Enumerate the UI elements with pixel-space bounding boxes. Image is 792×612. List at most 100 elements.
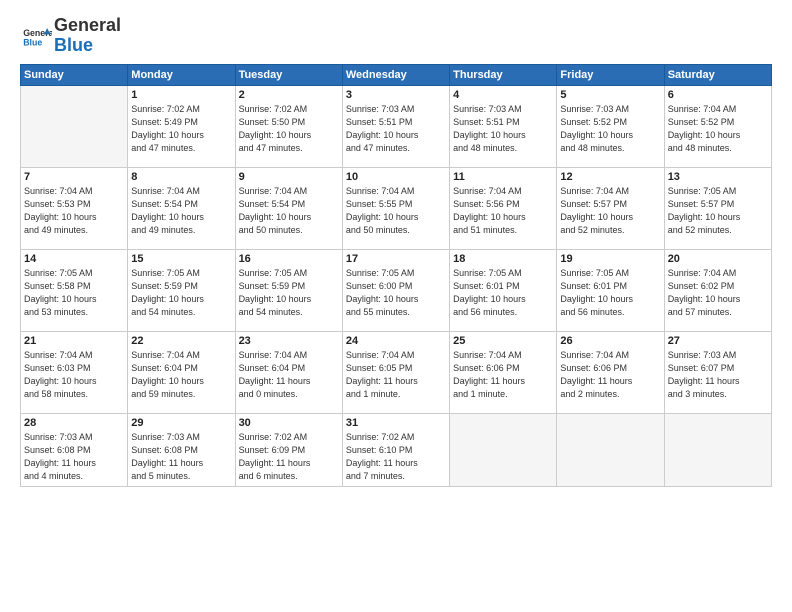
calendar-cell: 6 Sunrise: 7:04 AM Sunset: 5:52 PM Daylig…: [664, 85, 771, 167]
calendar-cell: 18 Sunrise: 7:05 AM Sunset: 6:01 PM Dayli…: [450, 249, 557, 331]
day-info: Sunrise: 7:04 AM Sunset: 5:57 PM Dayligh…: [560, 185, 660, 237]
day-number: 27: [668, 335, 768, 347]
day-info: Sunrise: 7:02 AM Sunset: 5:49 PM Dayligh…: [131, 103, 231, 155]
calendar-cell: 26 Sunrise: 7:04 AM Sunset: 6:06 PM Dayli…: [557, 331, 664, 413]
calendar-cell: 27Sunrise: 7:03 AM Sunset: 6:07 PM Dayli…: [664, 331, 771, 413]
day-number: 7: [24, 171, 124, 183]
calendar-cell: [557, 413, 664, 486]
day-number: 11: [453, 171, 553, 183]
day-info: Sunrise: 7:04 AM Sunset: 5:54 PM Dayligh…: [131, 185, 231, 237]
day-info: Sunrise: 7:04 AM Sunset: 5:56 PM Dayligh…: [453, 185, 553, 237]
day-info: Sunrise: 7:02 AM Sunset: 6:10 PM Dayligh…: [346, 431, 446, 483]
calendar-cell: 10Sunrise: 7:04 AM Sunset: 5:55 PM Dayli…: [342, 167, 449, 249]
day-info: Sunrise: 7:04 AM Sunset: 5:52 PM Dayligh…: [668, 103, 768, 155]
day-number: 31: [346, 417, 446, 429]
weekday-header-monday: Monday: [128, 64, 235, 85]
calendar-cell: [21, 85, 128, 167]
weekday-header-friday: Friday: [557, 64, 664, 85]
logo: General Blue General Blue: [20, 16, 121, 56]
calendar-cell: 14 Sunrise: 7:05 AM Sunset: 5:58 PM Dayli…: [21, 249, 128, 331]
day-info: Sunrise: 7:02 AM Sunset: 6:09 PM Dayligh…: [239, 431, 339, 483]
svg-text:Blue: Blue: [23, 37, 42, 47]
day-number: 4: [453, 89, 553, 101]
calendar-cell: 28Sunrise: 7:03 AM Sunset: 6:08 PM Dayli…: [21, 413, 128, 486]
day-info: Sunrise: 7:05 AM Sunset: 5:58 PM Dayligh…: [24, 267, 124, 319]
week-row-1: 1 Sunrise: 7:02 AM Sunset: 5:49 PM Daylig…: [21, 85, 772, 167]
calendar-cell: 31 Sunrise: 7:02 AM Sunset: 6:10 PM Dayli…: [342, 413, 449, 486]
day-info: Sunrise: 7:05 AM Sunset: 5:59 PM Dayligh…: [131, 267, 231, 319]
calendar-cell: [450, 413, 557, 486]
weekday-header-thursday: Thursday: [450, 64, 557, 85]
day-info: Sunrise: 7:04 AM Sunset: 6:05 PM Dayligh…: [346, 349, 446, 401]
day-info: Sunrise: 7:05 AM Sunset: 6:01 PM Dayligh…: [560, 267, 660, 319]
day-number: 26: [560, 335, 660, 347]
calendar-cell: 13 Sunrise: 7:05 AM Sunset: 5:57 PM Dayli…: [664, 167, 771, 249]
calendar-cell: 3 Sunrise: 7:03 AM Sunset: 5:51 PM Daylig…: [342, 85, 449, 167]
calendar-cell: 9 Sunrise: 7:04 AM Sunset: 5:54 PM Daylig…: [235, 167, 342, 249]
calendar-cell: 16 Sunrise: 7:05 AM Sunset: 5:59 PM Dayli…: [235, 249, 342, 331]
day-number: 13: [668, 171, 768, 183]
day-number: 23: [239, 335, 339, 347]
day-number: 17: [346, 253, 446, 265]
calendar-cell: 22Sunrise: 7:04 AM Sunset: 6:04 PM Dayli…: [128, 331, 235, 413]
day-number: 19: [560, 253, 660, 265]
day-number: 21: [24, 335, 124, 347]
day-number: 8: [131, 171, 231, 183]
day-number: 20: [668, 253, 768, 265]
day-number: 16: [239, 253, 339, 265]
logo-text: General Blue: [54, 16, 121, 56]
week-row-4: 21 Sunrise: 7:04 AM Sunset: 6:03 PM Dayli…: [21, 331, 772, 413]
weekday-header-tuesday: Tuesday: [235, 64, 342, 85]
weekday-header-row: SundayMondayTuesdayWednesdayThursdayFrid…: [21, 64, 772, 85]
day-number: 18: [453, 253, 553, 265]
day-number: 12: [560, 171, 660, 183]
day-number: 2: [239, 89, 339, 101]
day-info: Sunrise: 7:05 AM Sunset: 5:59 PM Dayligh…: [239, 267, 339, 319]
calendar-cell: 24 Sunrise: 7:04 AM Sunset: 6:05 PM Dayli…: [342, 331, 449, 413]
day-info: Sunrise: 7:04 AM Sunset: 6:03 PM Dayligh…: [24, 349, 124, 401]
day-number: 14: [24, 253, 124, 265]
day-info: Sunrise: 7:03 AM Sunset: 5:51 PM Dayligh…: [453, 103, 553, 155]
day-info: Sunrise: 7:04 AM Sunset: 5:53 PM Dayligh…: [24, 185, 124, 237]
calendar-cell: 1 Sunrise: 7:02 AM Sunset: 5:49 PM Daylig…: [128, 85, 235, 167]
day-info: Sunrise: 7:04 AM Sunset: 5:54 PM Dayligh…: [239, 185, 339, 237]
calendar-cell: 4 Sunrise: 7:03 AM Sunset: 5:51 PM Daylig…: [450, 85, 557, 167]
calendar-cell: 15 Sunrise: 7:05 AM Sunset: 5:59 PM Dayli…: [128, 249, 235, 331]
page: General Blue General Blue SundayMondayTu…: [0, 0, 792, 612]
calendar-cell: 2 Sunrise: 7:02 AM Sunset: 5:50 PM Daylig…: [235, 85, 342, 167]
day-number: 6: [668, 89, 768, 101]
day-number: 30: [239, 417, 339, 429]
day-number: 22: [131, 335, 231, 347]
logo-icon: General Blue: [20, 20, 52, 52]
logo-general: General: [54, 15, 121, 35]
calendar-cell: 19 Sunrise: 7:05 AM Sunset: 6:01 PM Dayli…: [557, 249, 664, 331]
weekday-header-sunday: Sunday: [21, 64, 128, 85]
day-info: Sunrise: 7:05 AM Sunset: 6:01 PM Dayligh…: [453, 267, 553, 319]
day-info: Sunrise: 7:03 AM Sunset: 6:08 PM Dayligh…: [131, 431, 231, 483]
day-number: 1: [131, 89, 231, 101]
calendar-cell: 20 Sunrise: 7:04 AM Sunset: 6:02 PM Dayli…: [664, 249, 771, 331]
calendar-cell: [664, 413, 771, 486]
calendar-cell: 30 Sunrise: 7:02 AM Sunset: 6:09 PM Dayli…: [235, 413, 342, 486]
day-info: Sunrise: 7:04 AM Sunset: 6:02 PM Dayligh…: [668, 267, 768, 319]
day-info: Sunrise: 7:05 AM Sunset: 5:57 PM Dayligh…: [668, 185, 768, 237]
day-info: Sunrise: 7:03 AM Sunset: 5:51 PM Dayligh…: [346, 103, 446, 155]
week-row-3: 14 Sunrise: 7:05 AM Sunset: 5:58 PM Dayli…: [21, 249, 772, 331]
calendar-cell: 11 Sunrise: 7:04 AM Sunset: 5:56 PM Dayli…: [450, 167, 557, 249]
day-number: 9: [239, 171, 339, 183]
day-info: Sunrise: 7:04 AM Sunset: 6:06 PM Dayligh…: [560, 349, 660, 401]
day-info: Sunrise: 7:02 AM Sunset: 5:50 PM Dayligh…: [239, 103, 339, 155]
calendar-cell: 5Sunrise: 7:03 AM Sunset: 5:52 PM Daylig…: [557, 85, 664, 167]
week-row-2: 7 Sunrise: 7:04 AM Sunset: 5:53 PM Daylig…: [21, 167, 772, 249]
calendar-cell: 7 Sunrise: 7:04 AM Sunset: 5:53 PM Daylig…: [21, 167, 128, 249]
day-number: 15: [131, 253, 231, 265]
day-number: 24: [346, 335, 446, 347]
day-info: Sunrise: 7:04 AM Sunset: 5:55 PM Dayligh…: [346, 185, 446, 237]
day-info: Sunrise: 7:03 AM Sunset: 6:08 PM Dayligh…: [24, 431, 124, 483]
day-info: Sunrise: 7:04 AM Sunset: 6:04 PM Dayligh…: [239, 349, 339, 401]
calendar-cell: 21 Sunrise: 7:04 AM Sunset: 6:03 PM Dayli…: [21, 331, 128, 413]
day-number: 3: [346, 89, 446, 101]
day-number: 29: [131, 417, 231, 429]
day-number: 25: [453, 335, 553, 347]
calendar-cell: 17Sunrise: 7:05 AM Sunset: 6:00 PM Dayli…: [342, 249, 449, 331]
